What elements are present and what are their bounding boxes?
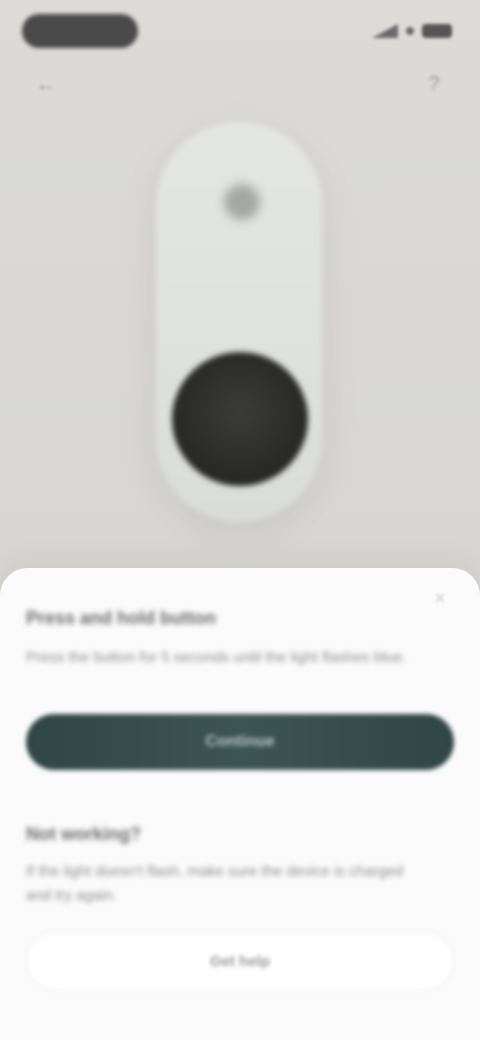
battery-icon xyxy=(422,24,452,38)
status-icons xyxy=(352,22,452,40)
setup-screen: ← ? × Press and hold button Press the bu… xyxy=(0,0,480,1040)
continue-button[interactable]: Continue xyxy=(26,714,454,770)
section-title: Press and hold button xyxy=(26,608,217,628)
help-icon[interactable]: ? xyxy=(422,72,446,96)
wifi-icon xyxy=(406,27,414,35)
bottom-sheet: × Press and hold button Press the button… xyxy=(0,568,480,1040)
status-bar xyxy=(0,0,480,60)
get-help-button[interactable]: Get help xyxy=(26,932,454,990)
arrow-left-icon[interactable]: ← xyxy=(34,72,58,96)
help-section-description: If the light doesn't flash, make sure th… xyxy=(26,863,404,904)
status-time-pill xyxy=(22,14,138,48)
close-icon[interactable]: × xyxy=(430,588,450,608)
signal-icon xyxy=(372,24,398,38)
section-description: Press the button for 5 seconds until the… xyxy=(26,649,407,666)
device-camera xyxy=(224,184,260,220)
help-section-title: Not working? xyxy=(26,824,141,844)
device-button xyxy=(172,352,308,486)
